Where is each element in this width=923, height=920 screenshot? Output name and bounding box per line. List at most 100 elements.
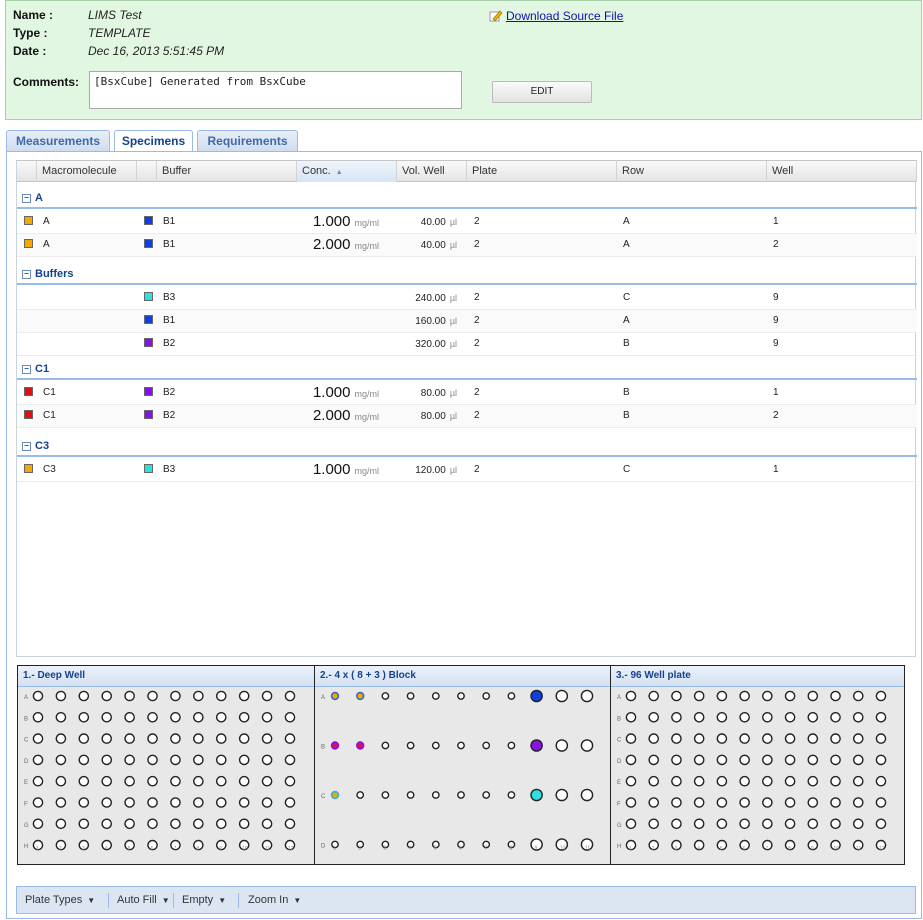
well-empty[interactable] (55, 754, 67, 766)
column-header-buffer[interactable]: Buffer (157, 161, 297, 182)
well-empty[interactable] (261, 711, 273, 723)
well-empty[interactable] (170, 690, 181, 702)
well-filled[interactable] (530, 788, 543, 802)
well-empty[interactable] (784, 818, 796, 830)
well-empty[interactable] (625, 775, 637, 787)
well-empty[interactable] (124, 711, 135, 723)
well-empty[interactable] (555, 689, 569, 703)
well-empty[interactable] (284, 797, 296, 808)
group-header-buffers[interactable]: − Buffers (17, 266, 917, 285)
well-empty[interactable] (716, 775, 728, 787)
well-empty[interactable] (625, 818, 637, 830)
well-empty[interactable] (193, 797, 204, 808)
well-empty[interactable] (784, 733, 796, 744)
table-row[interactable]: C1 B2 2.000 mg/ml 80.00 µl 2 B 2 (17, 405, 917, 428)
well-empty[interactable] (284, 818, 296, 830)
column-header-macromolecule[interactable]: Macromolecule (37, 161, 137, 182)
well-empty[interactable] (507, 791, 516, 799)
well-empty[interactable] (830, 711, 841, 723)
well-empty[interactable] (693, 733, 705, 744)
well-empty[interactable] (124, 754, 135, 766)
well-empty[interactable] (32, 818, 44, 830)
well-filled[interactable] (330, 790, 340, 800)
well-empty[interactable] (124, 797, 135, 808)
well-empty[interactable] (482, 741, 491, 750)
column-header-icon[interactable] (137, 161, 157, 182)
column-header-well[interactable]: Well (767, 161, 917, 182)
well-filled[interactable] (330, 741, 340, 750)
download-source-label[interactable]: Download Source File (506, 9, 623, 23)
well-empty[interactable] (762, 818, 773, 830)
well-empty[interactable] (78, 733, 90, 744)
well-empty[interactable] (147, 818, 158, 830)
table-row[interactable]: B3 240.00 µl 2 C 9 (17, 287, 917, 310)
well-empty[interactable] (32, 797, 44, 808)
well-empty[interactable] (693, 711, 705, 723)
well-empty[interactable] (78, 775, 90, 787)
well-empty[interactable] (170, 797, 181, 808)
well-empty[interactable] (32, 690, 44, 702)
well-empty[interactable] (648, 818, 660, 830)
well-empty[interactable] (875, 711, 887, 723)
well-empty[interactable] (648, 690, 660, 702)
well-empty[interactable] (170, 711, 181, 723)
well-empty[interactable] (784, 797, 796, 808)
well-empty[interactable] (381, 741, 390, 750)
well-empty[interactable] (215, 754, 227, 766)
well-empty[interactable] (762, 797, 773, 808)
tab-measurements[interactable]: Measurements (6, 130, 110, 152)
well-empty[interactable] (101, 733, 113, 744)
well-empty[interactable] (671, 775, 682, 787)
well-empty[interactable] (507, 692, 516, 700)
well-empty[interactable] (830, 775, 841, 787)
well-empty[interactable] (32, 754, 44, 766)
well-empty[interactable] (875, 818, 887, 830)
well-empty[interactable] (716, 797, 728, 808)
well-empty[interactable] (170, 818, 181, 830)
well-empty[interactable] (830, 797, 841, 808)
well-empty[interactable] (193, 690, 204, 702)
edit-button[interactable]: EDIT (492, 81, 592, 103)
well-empty[interactable] (32, 775, 44, 787)
well-empty[interactable] (693, 690, 705, 702)
well-empty[interactable] (807, 733, 819, 744)
well-empty[interactable] (78, 818, 90, 830)
well-empty[interactable] (671, 690, 682, 702)
well-empty[interactable] (170, 754, 181, 766)
well-empty[interactable] (852, 733, 864, 744)
well-empty[interactable] (784, 711, 796, 723)
well-empty[interactable] (671, 733, 682, 744)
download-source-link[interactable]: Download Source File (489, 9, 623, 23)
well-empty[interactable] (830, 690, 841, 702)
tab-specimens[interactable]: Specimens (114, 130, 193, 153)
well-empty[interactable] (693, 754, 705, 766)
well-empty[interactable] (147, 754, 158, 766)
well-empty[interactable] (807, 711, 819, 723)
well-empty[interactable] (784, 775, 796, 787)
well-empty[interactable] (193, 754, 204, 766)
well-empty[interactable] (55, 775, 67, 787)
well-empty[interactable] (671, 711, 682, 723)
well-empty[interactable] (238, 711, 250, 723)
well-empty[interactable] (101, 690, 113, 702)
well-empty[interactable] (193, 818, 204, 830)
well-empty[interactable] (762, 711, 773, 723)
well-empty[interactable] (852, 818, 864, 830)
well-empty[interactable] (807, 797, 819, 808)
well-empty[interactable] (739, 775, 750, 787)
empty-menu-button[interactable]: Empty ▼ (182, 887, 226, 913)
column-header-plate[interactable]: Plate (467, 161, 617, 182)
well-empty[interactable] (693, 775, 705, 787)
well-empty[interactable] (648, 711, 660, 723)
well-empty[interactable] (739, 711, 750, 723)
well-empty[interactable] (875, 754, 887, 766)
well-empty[interactable] (716, 754, 728, 766)
well-empty[interactable] (875, 690, 887, 702)
well-empty[interactable] (716, 818, 728, 830)
well-empty[interactable] (101, 818, 113, 830)
well-empty[interactable] (55, 690, 67, 702)
well-empty[interactable] (625, 797, 637, 808)
well-filled[interactable] (530, 739, 543, 752)
well-empty[interactable] (124, 733, 135, 744)
well-empty[interactable] (238, 775, 250, 787)
